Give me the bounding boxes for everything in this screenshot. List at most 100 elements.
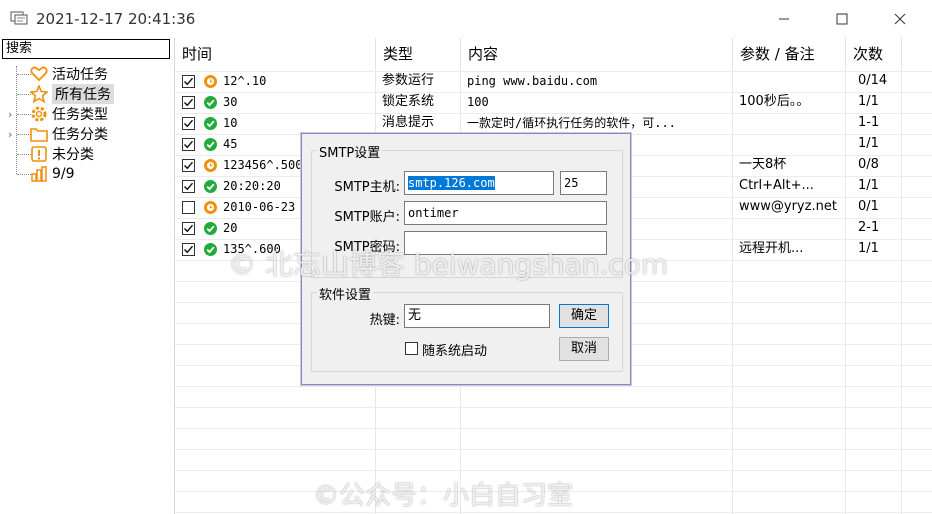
status-ok-icon <box>204 138 217 151</box>
column-header-content[interactable]: 内容 <box>461 38 733 71</box>
hotkey-label: 热键: <box>369 313 400 328</box>
smtp-account-input[interactable]: ontimer <box>404 201 607 225</box>
row-checkbox[interactable] <box>182 159 195 172</box>
cell-count: 2-1 <box>858 220 880 235</box>
row-divider <box>175 449 932 450</box>
row-divider <box>175 512 932 513</box>
cell-content: ping www.baidu.com <box>467 74 598 88</box>
row-checkbox[interactable] <box>182 243 195 256</box>
sidebar-item-label: 活动任务 <box>52 67 108 83</box>
tree-guide <box>17 134 31 135</box>
status-ok-icon <box>204 117 217 130</box>
status-clock-icon <box>204 75 217 88</box>
cell-note <box>739 71 843 91</box>
app-icon <box>10 11 28 25</box>
row-divider <box>175 428 932 429</box>
window-title: 2021-12-17 20:41:36 <box>36 10 196 28</box>
cell-note: 100秒后。。 <box>739 94 810 109</box>
sidebar-item-stats[interactable]: 9/9 <box>30 164 75 184</box>
close-button[interactable] <box>880 6 920 32</box>
table-row[interactable]: 10 消息提示 一款定时/循环执行任务的软件，可... 1-1 <box>175 113 932 134</box>
column-header-note[interactable]: 参数 / 备注 <box>733 38 846 71</box>
smtp-group-title: SMTP设置 <box>317 142 383 161</box>
cell-type: 参数运行 <box>382 73 435 88</box>
cell-note: Ctrl+Alt+... <box>739 178 814 193</box>
cell-count: 1/1 <box>858 94 879 109</box>
sidebar-item-uncategorized[interactable]: 未分类 <box>30 144 94 164</box>
cell-count: 1/1 <box>858 178 879 193</box>
sidebar-item-label: 未分类 <box>52 147 94 163</box>
column-header-count[interactable]: 次数 <box>846 38 902 71</box>
minimize-button[interactable] <box>764 6 804 32</box>
cell-count: 0/8 <box>858 157 879 172</box>
cell-note: www@yryz.net <box>739 199 837 214</box>
sidebar-item-task-types[interactable]: 任务类型 <box>30 104 108 124</box>
title-bar: 2021-12-17 20:41:36 <box>0 0 932 38</box>
sidebar-item-label: 9/9 <box>52 166 75 182</box>
row-checkbox[interactable] <box>182 117 195 130</box>
checkmark-icon <box>184 182 194 191</box>
watermark-center: © 北忘山博客 beiwangshan.com <box>228 248 669 281</box>
cell-time: 12^.10 <box>223 74 267 88</box>
sidebar-item-label: 任务分类 <box>52 127 108 143</box>
sidebar-item-all-tasks[interactable]: 所有任务 <box>30 84 114 104</box>
cell-note <box>739 218 843 238</box>
checkmark-icon <box>184 245 194 254</box>
row-checkbox[interactable] <box>182 138 195 151</box>
sidebar: 搜索 活动任务 所有任务 › 任务类型 › 任务分类 未分类 9/9 <box>0 38 175 514</box>
watermark-bottom: ©公众号：小白自习室 <box>313 481 574 511</box>
search-placeholder: 搜索 <box>6 41 33 56</box>
cell-count: 0/1 <box>858 199 879 214</box>
ok-button[interactable]: 确定 <box>559 304 609 328</box>
row-checkbox[interactable] <box>182 222 195 235</box>
smtp-port-input[interactable]: 25 <box>560 171 607 195</box>
cell-note <box>739 134 843 154</box>
sidebar-item-task-categories[interactable]: 任务分类 <box>30 124 108 144</box>
row-divider <box>175 470 932 471</box>
cell-note <box>739 113 843 133</box>
folder-icon <box>30 125 48 143</box>
maximize-button[interactable] <box>822 6 862 32</box>
sidebar-item-active-tasks[interactable]: 活动任务 <box>30 64 108 84</box>
bar-chart-icon <box>30 165 48 183</box>
hotkey-input[interactable]: 无 <box>404 304 550 328</box>
minimize-icon <box>779 18 789 20</box>
table-row[interactable]: 30 锁定系统 100 100秒后。。 1/1 <box>175 92 932 113</box>
cell-content: 100 <box>467 95 489 109</box>
column-header-type[interactable]: 类型 <box>376 38 461 71</box>
cell-time: 30 <box>223 95 238 109</box>
status-ok-icon <box>204 180 217 193</box>
cell-count: 1-1 <box>858 115 880 130</box>
status-clock-icon <box>204 159 217 172</box>
row-divider <box>175 386 932 387</box>
search-input[interactable]: 搜索 <box>2 39 170 59</box>
expand-icon[interactable]: › <box>8 108 12 121</box>
autostart-checkbox[interactable] <box>405 342 418 355</box>
table-row[interactable]: 12^.10 参数运行 ping www.baidu.com 0/14 <box>175 71 932 92</box>
cell-note: 远程开机... <box>739 241 804 256</box>
tree-guide <box>17 94 31 95</box>
smtp-host-input[interactable]: smtp.126.com <box>404 171 554 195</box>
maximize-icon <box>836 13 848 25</box>
row-divider <box>175 407 932 408</box>
alert-icon <box>30 145 48 163</box>
row-checkbox[interactable] <box>182 180 195 193</box>
cell-type: 锁定系统 <box>382 94 435 109</box>
star-icon <box>30 85 48 103</box>
row-checkbox[interactable] <box>182 201 195 214</box>
checkmark-icon <box>184 140 194 149</box>
cell-type: 消息提示 <box>382 115 435 130</box>
tree-guide <box>16 66 17 174</box>
cancel-button[interactable]: 取消 <box>559 337 609 361</box>
column-header-time[interactable]: 时间 <box>175 38 376 71</box>
tree-guide <box>17 74 31 75</box>
expand-icon[interactable]: › <box>8 128 12 141</box>
checkmark-icon <box>184 119 194 128</box>
checkmark-icon <box>184 98 194 107</box>
smtp-host-label: SMTP主机: <box>334 180 400 195</box>
row-checkbox[interactable] <box>182 96 195 109</box>
checkmark-icon <box>184 161 194 170</box>
heart-icon <box>30 65 48 83</box>
row-checkbox[interactable] <box>182 75 195 88</box>
sidebar-item-label: 任务类型 <box>52 107 108 123</box>
